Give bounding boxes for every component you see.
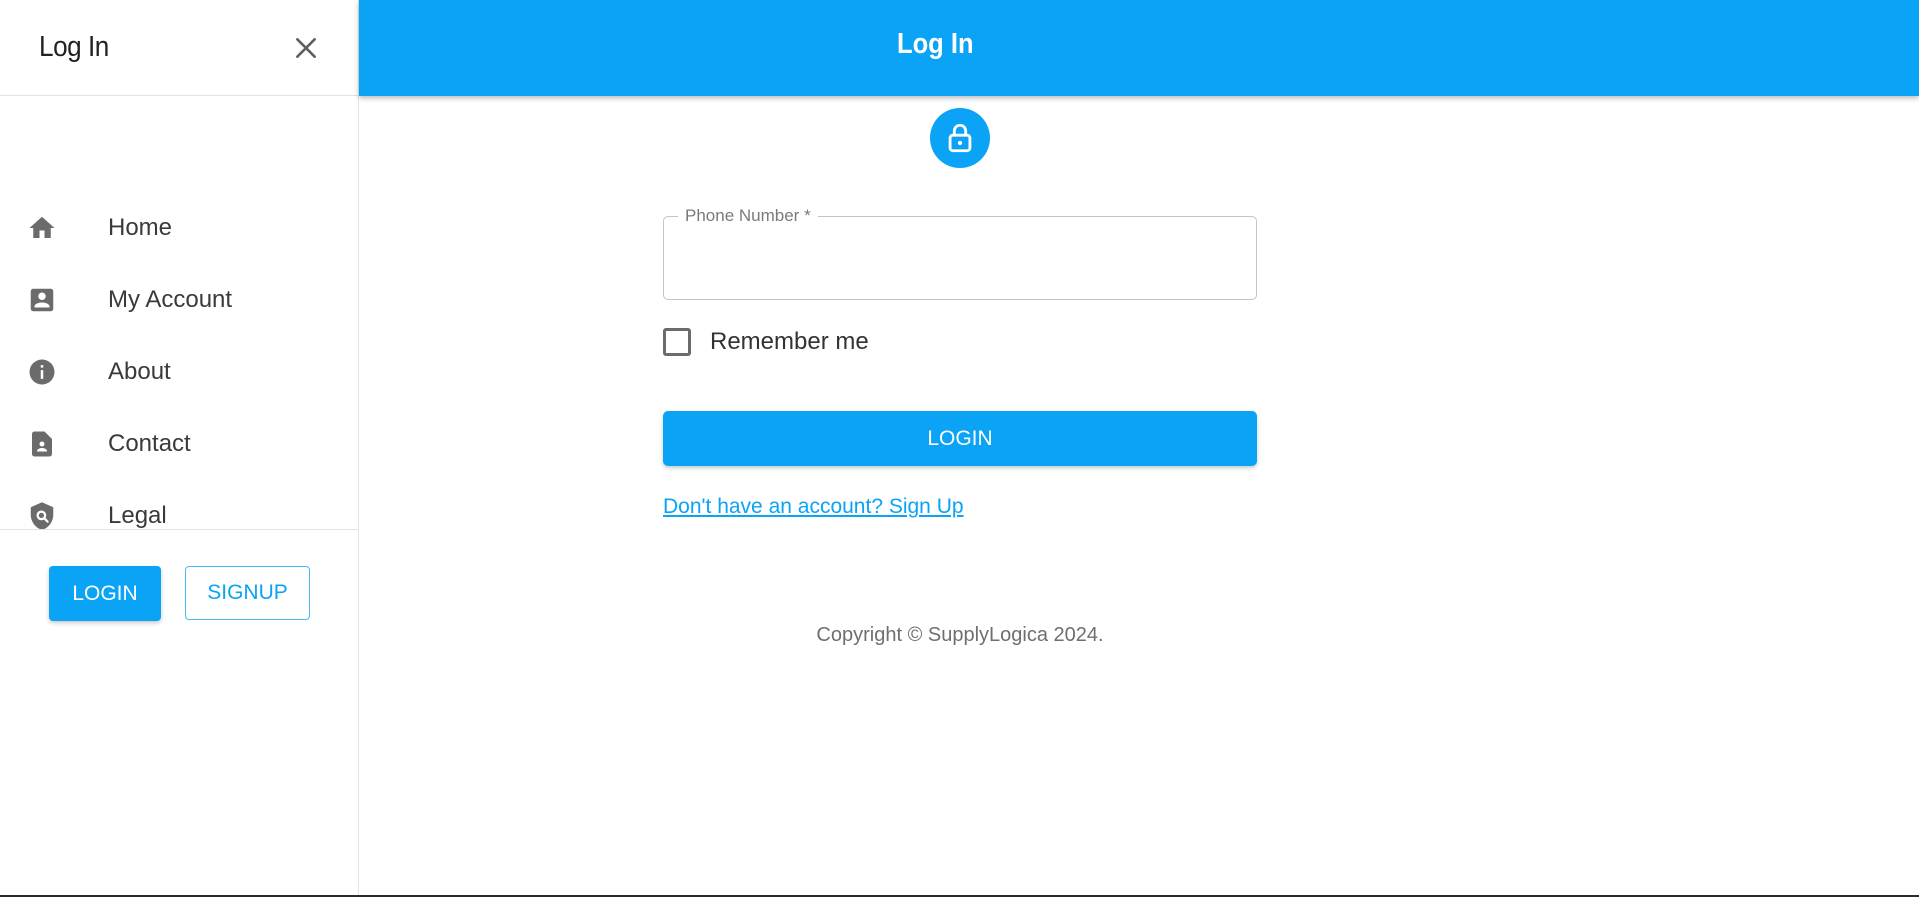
remember-me-row: Remember me xyxy=(663,328,869,356)
phone-number-field: Phone Number * xyxy=(663,206,1257,300)
drawer-actions: LOGIN SIGNUP xyxy=(49,566,310,621)
nav-drawer: Log In Home My Account About Contact Leg… xyxy=(0,0,359,897)
phone-number-label: Phone Number * xyxy=(678,206,818,226)
phone-number-input[interactable] xyxy=(664,217,1256,299)
sidebar-item-contact[interactable]: Contact xyxy=(0,408,358,480)
account-box-icon xyxy=(26,284,58,316)
lock-icon xyxy=(930,108,990,168)
copyright-text: Copyright © SupplyLogica 2024. xyxy=(816,624,1104,646)
sidebar-item-legal[interactable]: Legal xyxy=(0,480,358,552)
close-icon[interactable] xyxy=(290,32,322,64)
page-title: Log In xyxy=(897,28,974,60)
drawer-signup-button[interactable]: SIGNUP xyxy=(185,566,310,620)
policy-icon xyxy=(26,500,58,532)
info-icon xyxy=(26,356,58,388)
drawer-header: Log In xyxy=(0,0,358,96)
drawer-title: Log In xyxy=(39,31,109,63)
login-button[interactable]: LOGIN xyxy=(663,411,1257,466)
drawer-login-button[interactable]: LOGIN xyxy=(49,566,161,621)
drawer-nav: Home My Account About Contact Legal xyxy=(0,96,358,552)
home-icon xyxy=(26,212,58,244)
sidebar-item-label: Legal xyxy=(108,502,167,529)
sidebar-item-label: Contact xyxy=(108,430,191,457)
sidebar-item-label: My Account xyxy=(108,286,233,313)
sidebar-item-label: About xyxy=(108,358,171,385)
app-bar: Log In xyxy=(359,0,1919,96)
sidebar-item-my-account[interactable]: My Account xyxy=(0,264,358,336)
drawer-divider xyxy=(0,529,358,530)
sidebar-item-label: Home xyxy=(108,214,173,241)
remember-me-checkbox[interactable] xyxy=(663,328,691,356)
sidebar-item-about[interactable]: About xyxy=(0,336,358,408)
contact-page-icon xyxy=(26,428,58,460)
signup-link[interactable]: Don't have an account? Sign Up xyxy=(663,495,964,519)
sidebar-item-home[interactable]: Home xyxy=(0,192,358,264)
login-page: Log In Home My Account About Contact Leg… xyxy=(0,0,1919,897)
remember-me-label[interactable]: Remember me xyxy=(710,328,869,356)
